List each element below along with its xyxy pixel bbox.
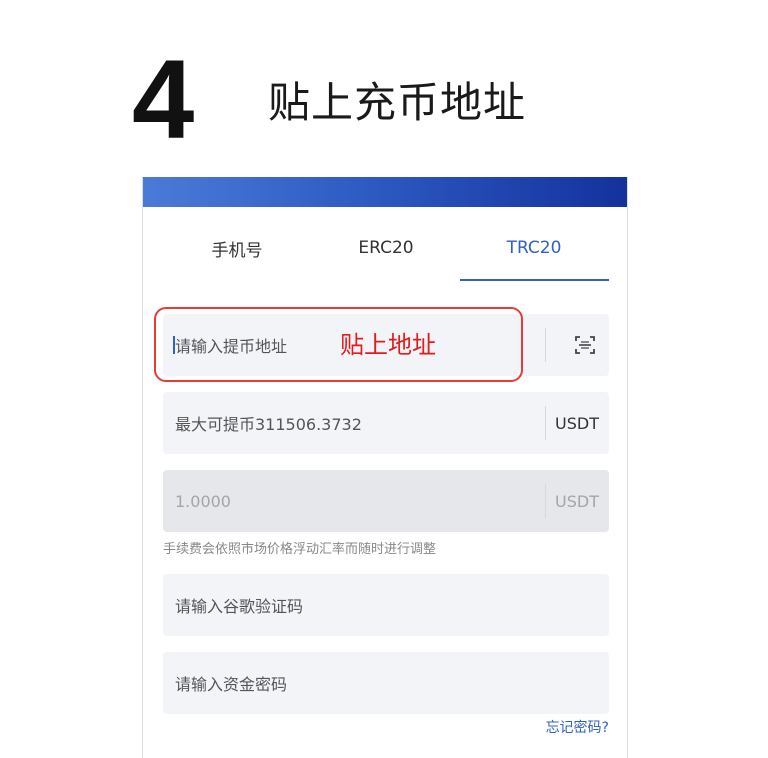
fund-password-placeholder: 请输入资金密码 bbox=[175, 675, 288, 694]
google-code-placeholder: 请输入谷歌验证码 bbox=[175, 597, 304, 616]
google-code-field[interactable]: 请输入谷歌验证码 bbox=[163, 574, 609, 636]
fund-password-field[interactable]: 请输入资金密码 bbox=[163, 652, 609, 714]
header-bar bbox=[143, 177, 627, 207]
forgot-password-link[interactable]: 忘记密码? bbox=[546, 717, 609, 737]
field-divider bbox=[545, 484, 546, 518]
active-tab-indicator bbox=[460, 279, 609, 281]
paste-address-annotation: 贴上地址 bbox=[340, 331, 436, 359]
max-withdraw-text: 最大可提币311506.3732 bbox=[175, 415, 362, 434]
fee-unit: USDT bbox=[555, 491, 599, 511]
fee-field: 1.0000 USDT bbox=[163, 470, 609, 532]
phone-screen: 手机号 ERC20 TRC20 请输入提币地址 贴上地址 最大可提币311506… bbox=[142, 177, 628, 758]
step-number: 4 bbox=[132, 37, 195, 162]
network-tabs: 手机号 ERC20 TRC20 bbox=[163, 217, 609, 281]
tab-erc20[interactable]: ERC20 bbox=[312, 217, 460, 279]
scan-icon[interactable] bbox=[573, 333, 597, 357]
max-withdraw-field[interactable]: 最大可提币311506.3732 USDT bbox=[163, 392, 609, 454]
max-withdraw-unit: USDT bbox=[555, 413, 599, 433]
tab-phone[interactable]: 手机号 bbox=[163, 217, 311, 279]
tab-trc20[interactable]: TRC20 bbox=[460, 217, 608, 279]
step-title: 贴上充币地址 bbox=[268, 78, 527, 127]
field-divider bbox=[545, 328, 546, 362]
field-divider bbox=[545, 406, 546, 440]
fee-value: 1.0000 bbox=[175, 491, 231, 511]
fee-note: 手续费会依照市场价格浮动汇率而随时进行调整 bbox=[163, 542, 437, 557]
address-highlight-box bbox=[154, 307, 523, 382]
